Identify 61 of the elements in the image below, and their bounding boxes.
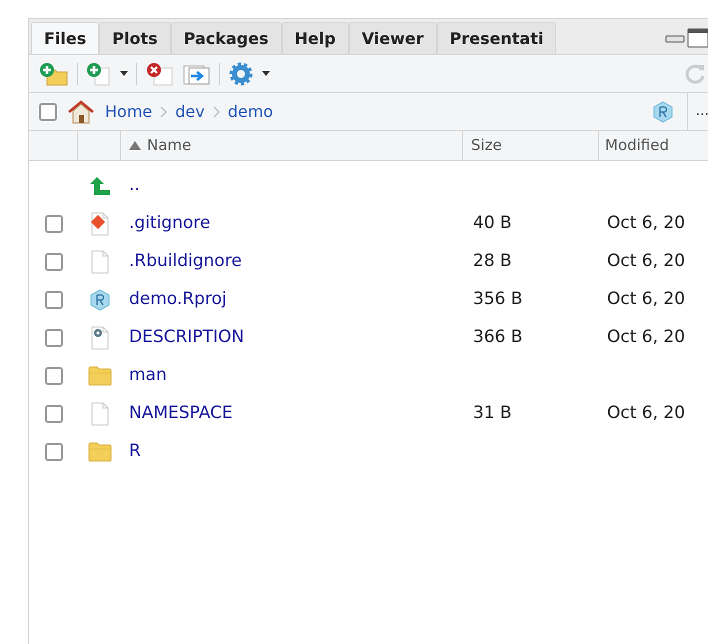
breadcrumb-link[interactable]: Home	[105, 100, 152, 124]
tab[interactable]: Presentati	[436, 22, 556, 54]
file-link[interactable]: ..	[129, 175, 140, 196]
tab[interactable]: Packages	[170, 22, 282, 54]
modified-date: Oct 6, 20	[607, 213, 686, 234]
checkbox[interactable]	[44, 215, 62, 233]
home-icon[interactable]	[67, 100, 95, 124]
tab[interactable]: Viewer	[348, 22, 437, 54]
maximize-icon[interactable]	[687, 28, 708, 48]
cube-icon	[652, 100, 673, 122]
folder-icon	[88, 366, 112, 386]
sort-up-icon	[129, 141, 141, 150]
minimize-icon[interactable]	[665, 33, 685, 43]
column-title: Name	[147, 135, 192, 156]
checkbox[interactable]	[39, 102, 57, 120]
new-file-icon[interactable]	[86, 62, 112, 86]
file-link[interactable]: .gitignore	[129, 213, 210, 234]
tab[interactable]: Files	[31, 22, 100, 54]
checkbox[interactable]	[44, 291, 62, 309]
tab[interactable]: Plots	[99, 22, 171, 54]
breadcrumb-link[interactable]: dev	[175, 100, 205, 124]
checkbox[interactable]	[44, 367, 62, 385]
chevron-icon	[160, 106, 168, 118]
file-size: 31 B	[473, 403, 512, 424]
column-header[interactable]: Name	[121, 131, 463, 160]
caret-icon[interactable]	[262, 70, 270, 76]
modified-date: Oct 6, 20	[607, 327, 686, 348]
file-link[interactable]: DESCRIPTION	[129, 327, 244, 348]
file-link[interactable]: man	[129, 365, 167, 386]
column-header[interactable]: Modified	[599, 131, 708, 160]
checkbox[interactable]	[44, 443, 62, 461]
modified-date: Oct 6, 20	[607, 251, 686, 272]
checkbox[interactable]	[44, 253, 62, 271]
chevron-icon	[212, 106, 220, 118]
file-size: 28 B	[473, 251, 512, 272]
git-file-icon	[90, 212, 110, 236]
file-link[interactable]: .Rbuildignore	[129, 251, 242, 272]
delete-icon[interactable]	[145, 62, 175, 86]
up-arrow-icon	[88, 176, 110, 196]
file-icon	[90, 402, 110, 426]
gear-file-icon	[90, 326, 110, 350]
caret-icon[interactable]	[120, 70, 128, 76]
cube-icon	[90, 289, 110, 311]
column-header[interactable]: Size	[463, 131, 599, 160]
file-link[interactable]: NAMESPACE	[129, 403, 233, 424]
checkbox[interactable]	[44, 329, 62, 347]
more-button[interactable]: ...	[688, 101, 708, 122]
file-link[interactable]: R	[129, 441, 141, 462]
file-icon	[90, 250, 110, 274]
modified-date: Oct 6, 20	[607, 403, 686, 424]
gear-icon[interactable]	[228, 60, 254, 86]
file-size: 40 B	[473, 213, 512, 234]
file-link[interactable]: demo.Rproj	[129, 289, 227, 310]
file-size: 366 B	[473, 327, 523, 348]
breadcrumb-link[interactable]: demo	[228, 100, 274, 124]
tab[interactable]: Help	[282, 22, 349, 54]
checkbox[interactable]	[44, 405, 62, 423]
file-size: 356 B	[473, 289, 523, 310]
folder-icon	[88, 442, 112, 462]
modified-date: Oct 6, 20	[607, 289, 686, 310]
new-folder-icon[interactable]	[39, 62, 69, 86]
